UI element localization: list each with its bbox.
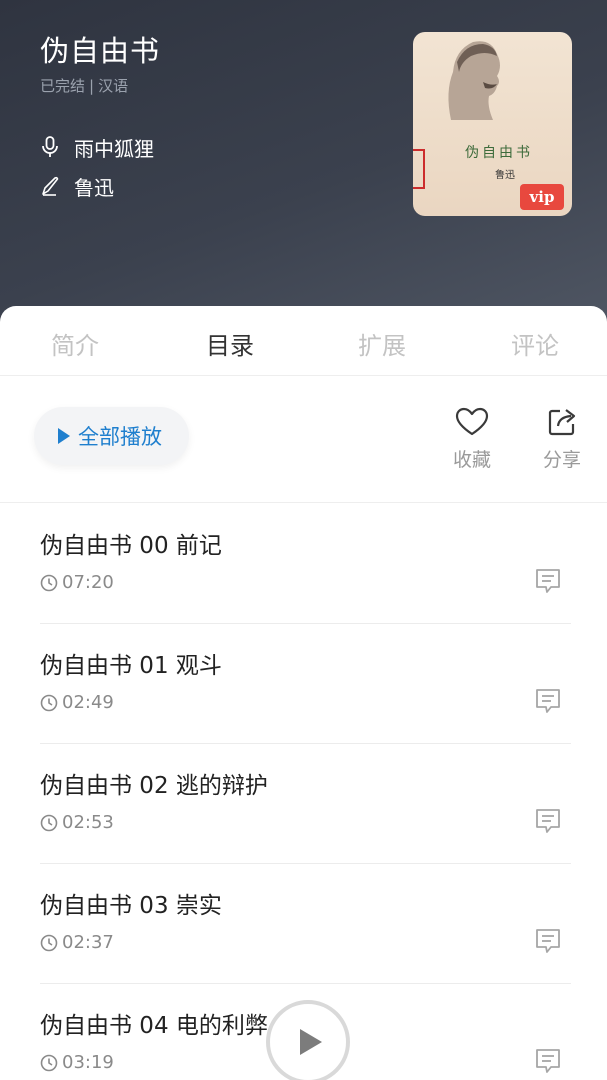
author-name: 鲁迅: [74, 175, 114, 200]
episode-row[interactable]: 伪自由书 02 逃的辩护 02:53: [0, 744, 607, 864]
share-label: 分享: [542, 449, 581, 471]
tab-catalog[interactable]: 目录: [185, 326, 275, 361]
book-title: 伪自由书: [40, 34, 161, 68]
duration-text: 02:37: [62, 932, 114, 953]
clock-icon: [40, 574, 58, 591]
tab-extension[interactable]: 扩展: [337, 326, 427, 361]
comment-icon[interactable]: [534, 567, 562, 595]
action-bar: 全部播放 收藏 分享: [0, 377, 607, 503]
episode-duration: 02:53: [40, 812, 114, 833]
episode-duration: 02:37: [40, 932, 114, 953]
clock-icon: [40, 1054, 58, 1071]
share-button[interactable]: 分享: [532, 407, 592, 472]
episode-title: 伪自由书 03 崇实: [40, 893, 222, 919]
favorite-button[interactable]: 收藏: [442, 407, 502, 472]
play-triangle-icon: [58, 428, 70, 444]
cover-title: 伪自由书: [465, 145, 533, 161]
duration-text: 03:19: [62, 1052, 114, 1073]
book-cover[interactable]: 伪自由书 鲁迅 vip: [413, 32, 572, 216]
play-all-label: 全部播放: [78, 425, 162, 449]
book-header: 伪自由书 已完结 | 汉语 雨中狐狸 鲁迅 伪自由书 鲁迅 vip: [0, 0, 607, 330]
episode-row[interactable]: 伪自由书 01 观斗 02:49: [0, 624, 607, 744]
narrator-row[interactable]: 雨中狐狸: [40, 134, 154, 161]
episode-row[interactable]: 伪自由书 03 崇实 02:37: [0, 864, 607, 984]
play-all-button[interactable]: 全部播放: [34, 407, 189, 465]
comment-icon[interactable]: [534, 807, 562, 835]
author-row[interactable]: 鲁迅: [40, 173, 114, 200]
comment-icon[interactable]: [534, 687, 562, 715]
clock-icon: [40, 934, 58, 951]
duration-text: 02:49: [62, 692, 114, 713]
episode-duration: 07:20: [40, 572, 114, 593]
meta-separator: |: [89, 77, 95, 95]
episode-row[interactable]: 伪自由书 00 前记 07:20: [0, 504, 607, 624]
clock-icon: [40, 694, 58, 711]
comment-icon[interactable]: [534, 1047, 562, 1075]
duration-text: 07:20: [62, 572, 114, 593]
clock-icon: [40, 814, 58, 831]
language-label: 汉语: [98, 77, 129, 95]
vip-badge: vip: [520, 184, 564, 210]
tab-comments[interactable]: 评论: [490, 326, 580, 361]
play-icon: [300, 1029, 322, 1055]
book-meta: 已完结 | 汉语: [40, 75, 128, 96]
heart-icon: [455, 407, 489, 436]
pen-icon: [42, 176, 59, 196]
episode-duration: 03:19: [40, 1052, 114, 1073]
episode-title: 伪自由书 00 前记: [40, 533, 222, 559]
favorite-label: 收藏: [452, 449, 491, 471]
tab-intro[interactable]: 简介: [30, 326, 120, 361]
episode-title: 伪自由书 01 观斗: [40, 653, 222, 679]
episode-duration: 02:49: [40, 692, 114, 713]
narrator-name: 雨中狐狸: [74, 136, 154, 161]
share-icon: [548, 409, 576, 436]
status-label: 已完结: [40, 77, 86, 95]
duration-text: 02:53: [62, 812, 114, 833]
comment-icon[interactable]: [534, 927, 562, 955]
cover-signature: 鲁迅: [495, 170, 515, 181]
cover-stamp: [413, 149, 425, 189]
author-portrait-image: [448, 41, 500, 121]
mini-player-button[interactable]: [266, 1000, 350, 1080]
microphone-icon: [42, 136, 58, 157]
tab-bar: 简介 目录 扩展 评论: [0, 306, 607, 376]
episode-title: 伪自由书 04 电的利弊: [40, 1013, 268, 1039]
episode-title: 伪自由书 02 逃的辩护: [40, 773, 268, 799]
